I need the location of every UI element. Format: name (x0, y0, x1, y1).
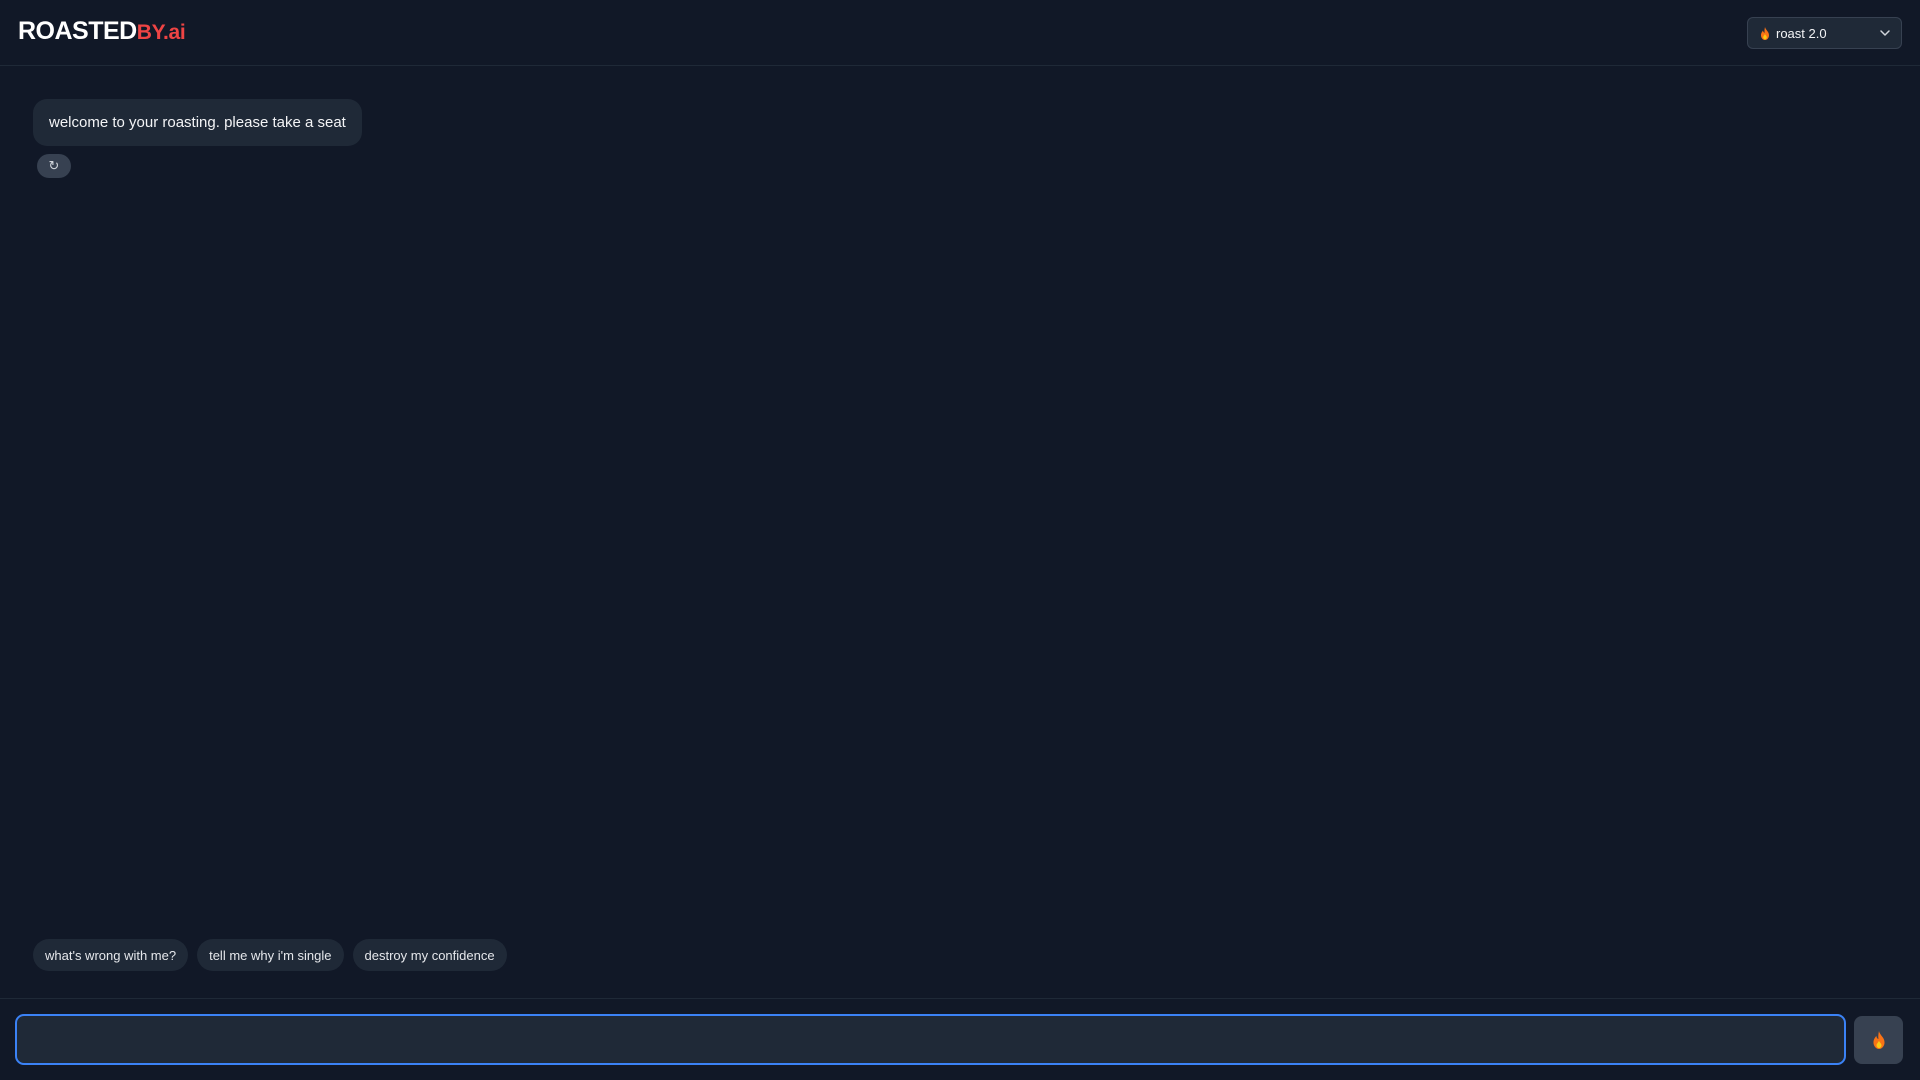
app-root: ROASTEDBY.ai roast 2.0 welcome to your r… (0, 0, 1920, 1080)
suggestion-chip[interactable]: tell me why i'm single (197, 939, 344, 971)
composer (0, 998, 1920, 1080)
suggestion-chip[interactable]: what's wrong with me? (33, 939, 189, 971)
flame-icon (1761, 26, 1769, 40)
send-button[interactable] (1854, 1016, 1903, 1064)
header: ROASTEDBY.ai roast 2.0 (0, 0, 1920, 66)
logo-main: ROASTED (18, 17, 137, 45)
logo-suffix: BY.ai (136, 21, 186, 44)
regenerate-button[interactable]: ↻ (37, 154, 71, 178)
suggestion-chips: what's wrong with me? tell me why i'm si… (33, 939, 507, 971)
flame-icon (1872, 1031, 1885, 1049)
refresh-icon: ↻ (48, 158, 60, 173)
logo[interactable]: ROASTEDBY.ai (18, 17, 186, 46)
model-select[interactable]: roast 2.0 (1747, 17, 1902, 49)
assistant-message: welcome to your roasting. please take a … (33, 99, 362, 146)
message-text: welcome to your roasting. please take a … (49, 114, 346, 131)
message-input[interactable] (15, 1014, 1846, 1065)
suggestion-chip[interactable]: destroy my confidence (352, 939, 507, 971)
model-select-value: roast 2.0 (1776, 25, 1827, 41)
chevron-down-icon (1880, 30, 1890, 36)
